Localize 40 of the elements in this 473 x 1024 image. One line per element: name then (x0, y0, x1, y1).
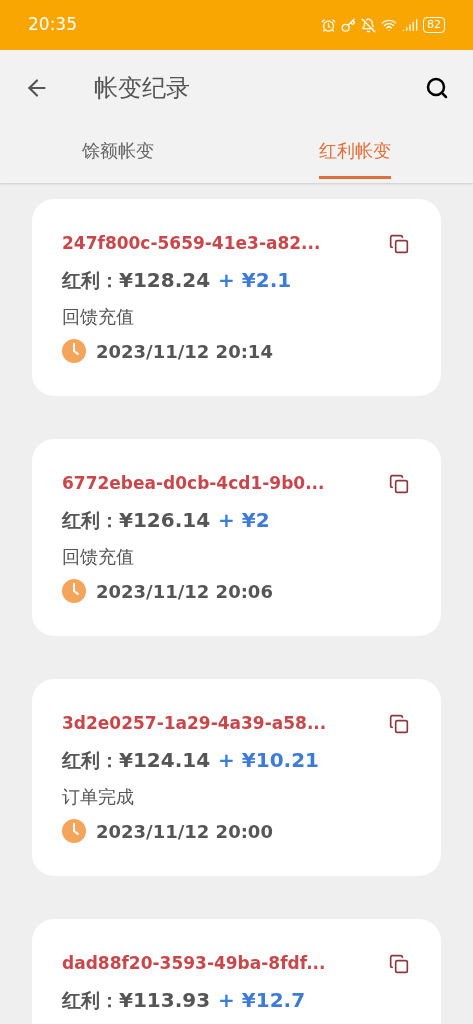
bonus-change: + ¥2.1 (218, 266, 292, 294)
bonus-label: 红利： (62, 507, 119, 533)
record-reason: 回馈充值 (62, 544, 135, 569)
bonus-balance: ¥126.14 (119, 506, 211, 534)
alarm-icon (321, 17, 336, 33)
record-id: 247f800c-5659-41e3-a82... (62, 232, 321, 255)
record-id: 3d2e0257-1a29-4a39-a58... (62, 712, 327, 735)
mute-icon (361, 17, 376, 33)
search-icon[interactable] (425, 75, 449, 100)
bonus-balance: ¥124.14 (119, 746, 211, 774)
clock-icon (62, 579, 86, 603)
wifi-icon (381, 17, 397, 33)
copy-icon[interactable] (389, 953, 409, 974)
bonus-change: + ¥2 (218, 506, 270, 534)
page-title: 帐变纪录 (94, 72, 190, 104)
clock-icon (62, 819, 86, 843)
battery-indicator: 82 (423, 17, 445, 33)
bonus-label: 红利： (62, 987, 119, 1013)
tab[interactable]: 馀额帐变 (0, 125, 237, 183)
tab[interactable]: 红利帐变 (236, 125, 473, 183)
record-id: 6772ebea-d0cb-4cd1-9b0... (62, 472, 325, 495)
bonus-change: + ¥12.7 (218, 986, 306, 1014)
key-icon (341, 17, 356, 33)
clock-icon (62, 339, 86, 363)
bonus-label: 红利： (62, 267, 119, 293)
record-time: 2023/11/12 20:00 (96, 819, 273, 844)
bonus-balance: ¥113.93 (119, 986, 211, 1014)
record-time: 2023/11/12 20:14 (96, 339, 273, 364)
copy-icon[interactable] (389, 233, 409, 254)
signal-icon (402, 17, 418, 33)
record-time: 2023/11/12 20:06 (96, 579, 273, 604)
bonus-label: 红利： (62, 747, 119, 773)
record-reason: 回馈充值 (62, 304, 135, 329)
copy-icon[interactable] (389, 713, 409, 734)
status-time: 20:35 (28, 13, 77, 37)
copy-icon[interactable] (389, 473, 409, 494)
bonus-balance: ¥128.24 (119, 266, 211, 294)
bonus-change: + ¥10.21 (218, 746, 319, 774)
record-reason: 订单完成 (62, 784, 135, 809)
record-id: dad88f20-3593-49ba-8fdf... (62, 952, 326, 975)
